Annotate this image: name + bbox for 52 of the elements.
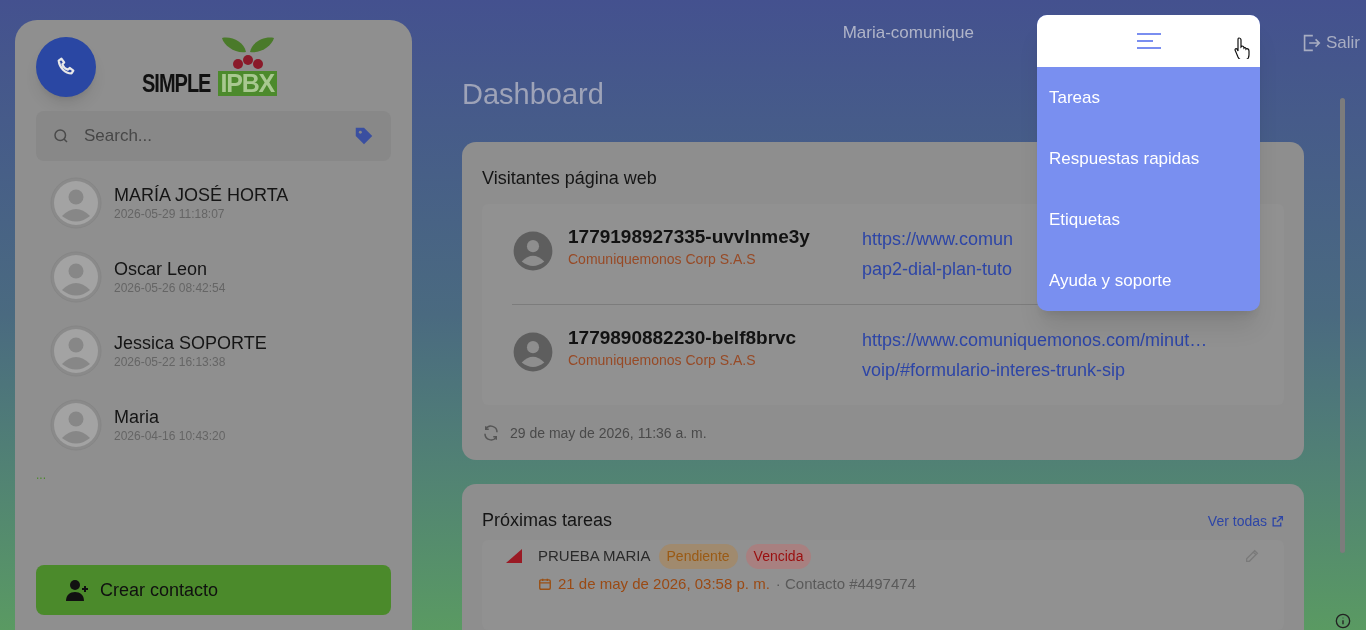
contact-name: Oscar Leon (114, 258, 209, 280)
contact-name: MARÍA JOSÉ HORTA (114, 184, 289, 206)
scrollbar[interactable] (1340, 97, 1345, 553)
visitor-url[interactable]: https://www.comun (862, 223, 1014, 254)
add-user-icon (66, 579, 90, 601)
logout-button[interactable]: Salir (1300, 30, 1360, 56)
visitor-company: Comuniquemonos Corp S.A.S (568, 249, 757, 268)
search-field[interactable]: Search... (36, 111, 391, 161)
visitor-id: 1779198927335-uvvlnme3y (568, 224, 811, 249)
card-title: Visitantes página web (482, 166, 657, 190)
external-link-icon (1271, 514, 1284, 528)
search-icon (52, 127, 70, 145)
avatar-icon (50, 399, 102, 451)
avatar-icon (50, 177, 102, 229)
search-input[interactable]: Search... (84, 123, 353, 149)
create-contact-button[interactable]: Crear contacto (36, 565, 391, 615)
phone-button[interactable] (36, 37, 96, 97)
more-indicator: ... (36, 469, 47, 481)
tag-icon[interactable] (353, 125, 375, 147)
info-icon[interactable] (1334, 612, 1351, 629)
phone-icon (55, 56, 77, 78)
avatar-icon (50, 251, 102, 303)
visitor-id: 1779890882230-belf8brvc (568, 325, 798, 350)
pointer-cursor-icon (1234, 37, 1252, 59)
menu-item[interactable]: Tareas (1037, 67, 1260, 128)
visitor-company: Comuniquemonos Corp S.A.S (568, 350, 757, 369)
visitor-url[interactable]: voip/#formulario-interes-trunk-sip (862, 354, 1208, 385)
see-all-link[interactable]: Ver todas (1207, 510, 1284, 532)
refresh-icon[interactable] (482, 424, 500, 443)
avatar-icon (50, 325, 102, 377)
priority-flag-icon (506, 549, 522, 564)
page-title: Dashboard (462, 76, 604, 112)
contact-name: Jessica SOPORTE (114, 332, 267, 354)
avatar-icon (512, 229, 554, 272)
user-name: Maria-comunique (842, 22, 974, 44)
logo-word: SIMPLE (142, 71, 211, 96)
status-badge: Pendiente (658, 543, 738, 569)
menu-icon[interactable] (1136, 32, 1161, 50)
avatar-icon (512, 330, 554, 373)
card-title: Próximas tareas (482, 508, 613, 532)
logo-badge: IPBX (217, 71, 277, 96)
task-date: 21 de may de 2026, 03:58 p. m. (558, 573, 770, 594)
calendar-icon (538, 576, 552, 591)
status-badge: Vencida (745, 543, 812, 569)
contact-name: Maria (114, 406, 160, 428)
visitor-url[interactable]: https://www.comuniquemonos.com/minut… (862, 324, 1208, 355)
updated-time: 29 de may de 2026, 11:36 a. m. (510, 423, 707, 443)
menu-item[interactable]: Ayuda y soporte (1037, 250, 1260, 311)
task-name: PRUEBA MARIA (538, 545, 651, 566)
menu-item[interactable]: Etiquetas (1037, 189, 1260, 250)
visitor-url[interactable]: pap2-dial-plan-tuto (862, 253, 1014, 284)
menu-item[interactable]: Respuestas rapidas (1037, 128, 1260, 189)
